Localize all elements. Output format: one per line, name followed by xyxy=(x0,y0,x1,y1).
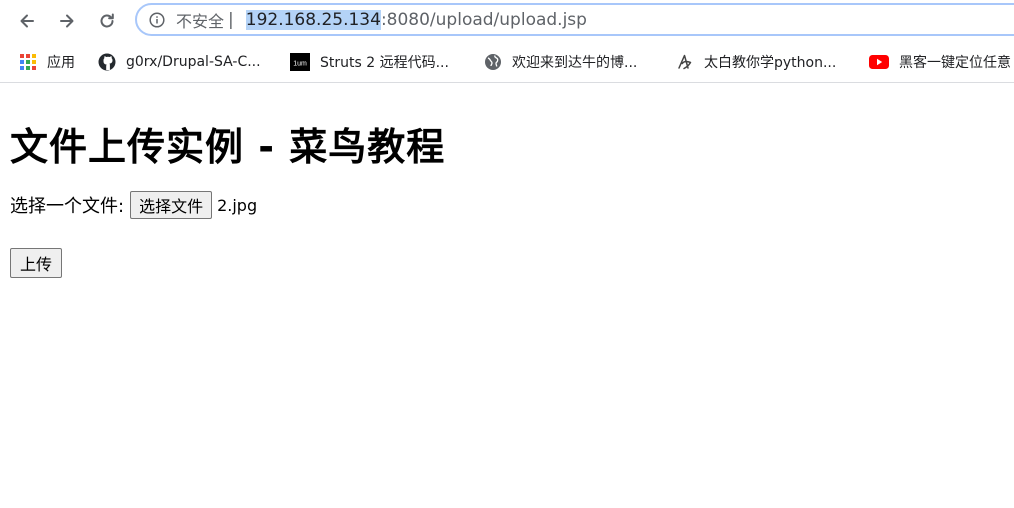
bookmark-github[interactable]: g0rx/Drupal-SA-C... xyxy=(98,41,261,82)
upload-button[interactable]: 上传 xyxy=(10,248,63,278)
choose-file-button[interactable]: 选择文件 xyxy=(130,191,213,219)
address-bar[interactable]: 不安全 | 192.168.25.134:8080/upload/upload.… xyxy=(135,3,1014,36)
bookmark-label: Struts 2 远程代码... xyxy=(320,54,449,71)
1um-site-icon: 1um xyxy=(290,52,310,71)
bookmark-label: 太白教你学python... xyxy=(704,54,837,71)
forward-button[interactable] xyxy=(54,8,80,34)
reload-icon xyxy=(100,13,114,28)
bookmark-blog[interactable]: 欢迎来到达牛的博... xyxy=(484,41,637,82)
url-text[interactable]: 192.168.25.134:8080/upload/upload.jsp xyxy=(245,9,587,30)
bookmark-apps[interactable]: 应用 xyxy=(19,41,75,82)
bookmark-label: 欢迎来到达牛的博... xyxy=(512,54,638,71)
svg-text:1um: 1um xyxy=(293,60,307,67)
bookmark-struts[interactable]: 1um Struts 2 远程代码... xyxy=(290,41,449,82)
bookmark-label: g0rx/Drupal-SA-C... xyxy=(126,53,261,70)
reload-button[interactable] xyxy=(94,8,120,34)
arrow-left-icon xyxy=(20,14,34,28)
arrow-right-icon xyxy=(60,14,74,28)
bookmark-python[interactable]: 太白教你学python... xyxy=(676,41,836,82)
security-label[interactable]: 不安全 xyxy=(176,8,224,32)
bookmark-label: 黑客一键定位任意 xyxy=(899,54,1011,71)
bookmark-label: 应用 xyxy=(47,54,75,71)
github-icon xyxy=(98,53,116,71)
browser-toolbar: 不安全 | 192.168.25.134:8080/upload/upload.… xyxy=(0,0,1014,41)
back-button[interactable] xyxy=(14,8,40,34)
url-path: :8080/upload/upload.jsp xyxy=(380,9,587,30)
url-host: 192.168.25.134 xyxy=(245,9,381,30)
file-input-label: 选择一个文件: xyxy=(10,196,125,217)
globe-icon xyxy=(484,53,502,71)
file-input-row: 选择一个文件: 选择文件 2.jpg xyxy=(10,191,257,219)
site-logo-icon xyxy=(676,53,694,71)
youtube-icon xyxy=(869,53,889,71)
selected-file-name: 2.jpg xyxy=(217,195,258,215)
apps-grid-icon xyxy=(19,53,37,71)
info-icon[interactable] xyxy=(149,11,165,28)
security-separator: | xyxy=(228,9,234,30)
bookmark-youtube[interactable]: 黑客一键定位任意 xyxy=(869,41,1011,82)
page-title: 文件上传实例 - 菜鸟教程 xyxy=(10,125,446,169)
bookmarks-bar: 应用 g0rx/Drupal-SA-C... 1um Struts 2 远程代码… xyxy=(0,41,1014,83)
